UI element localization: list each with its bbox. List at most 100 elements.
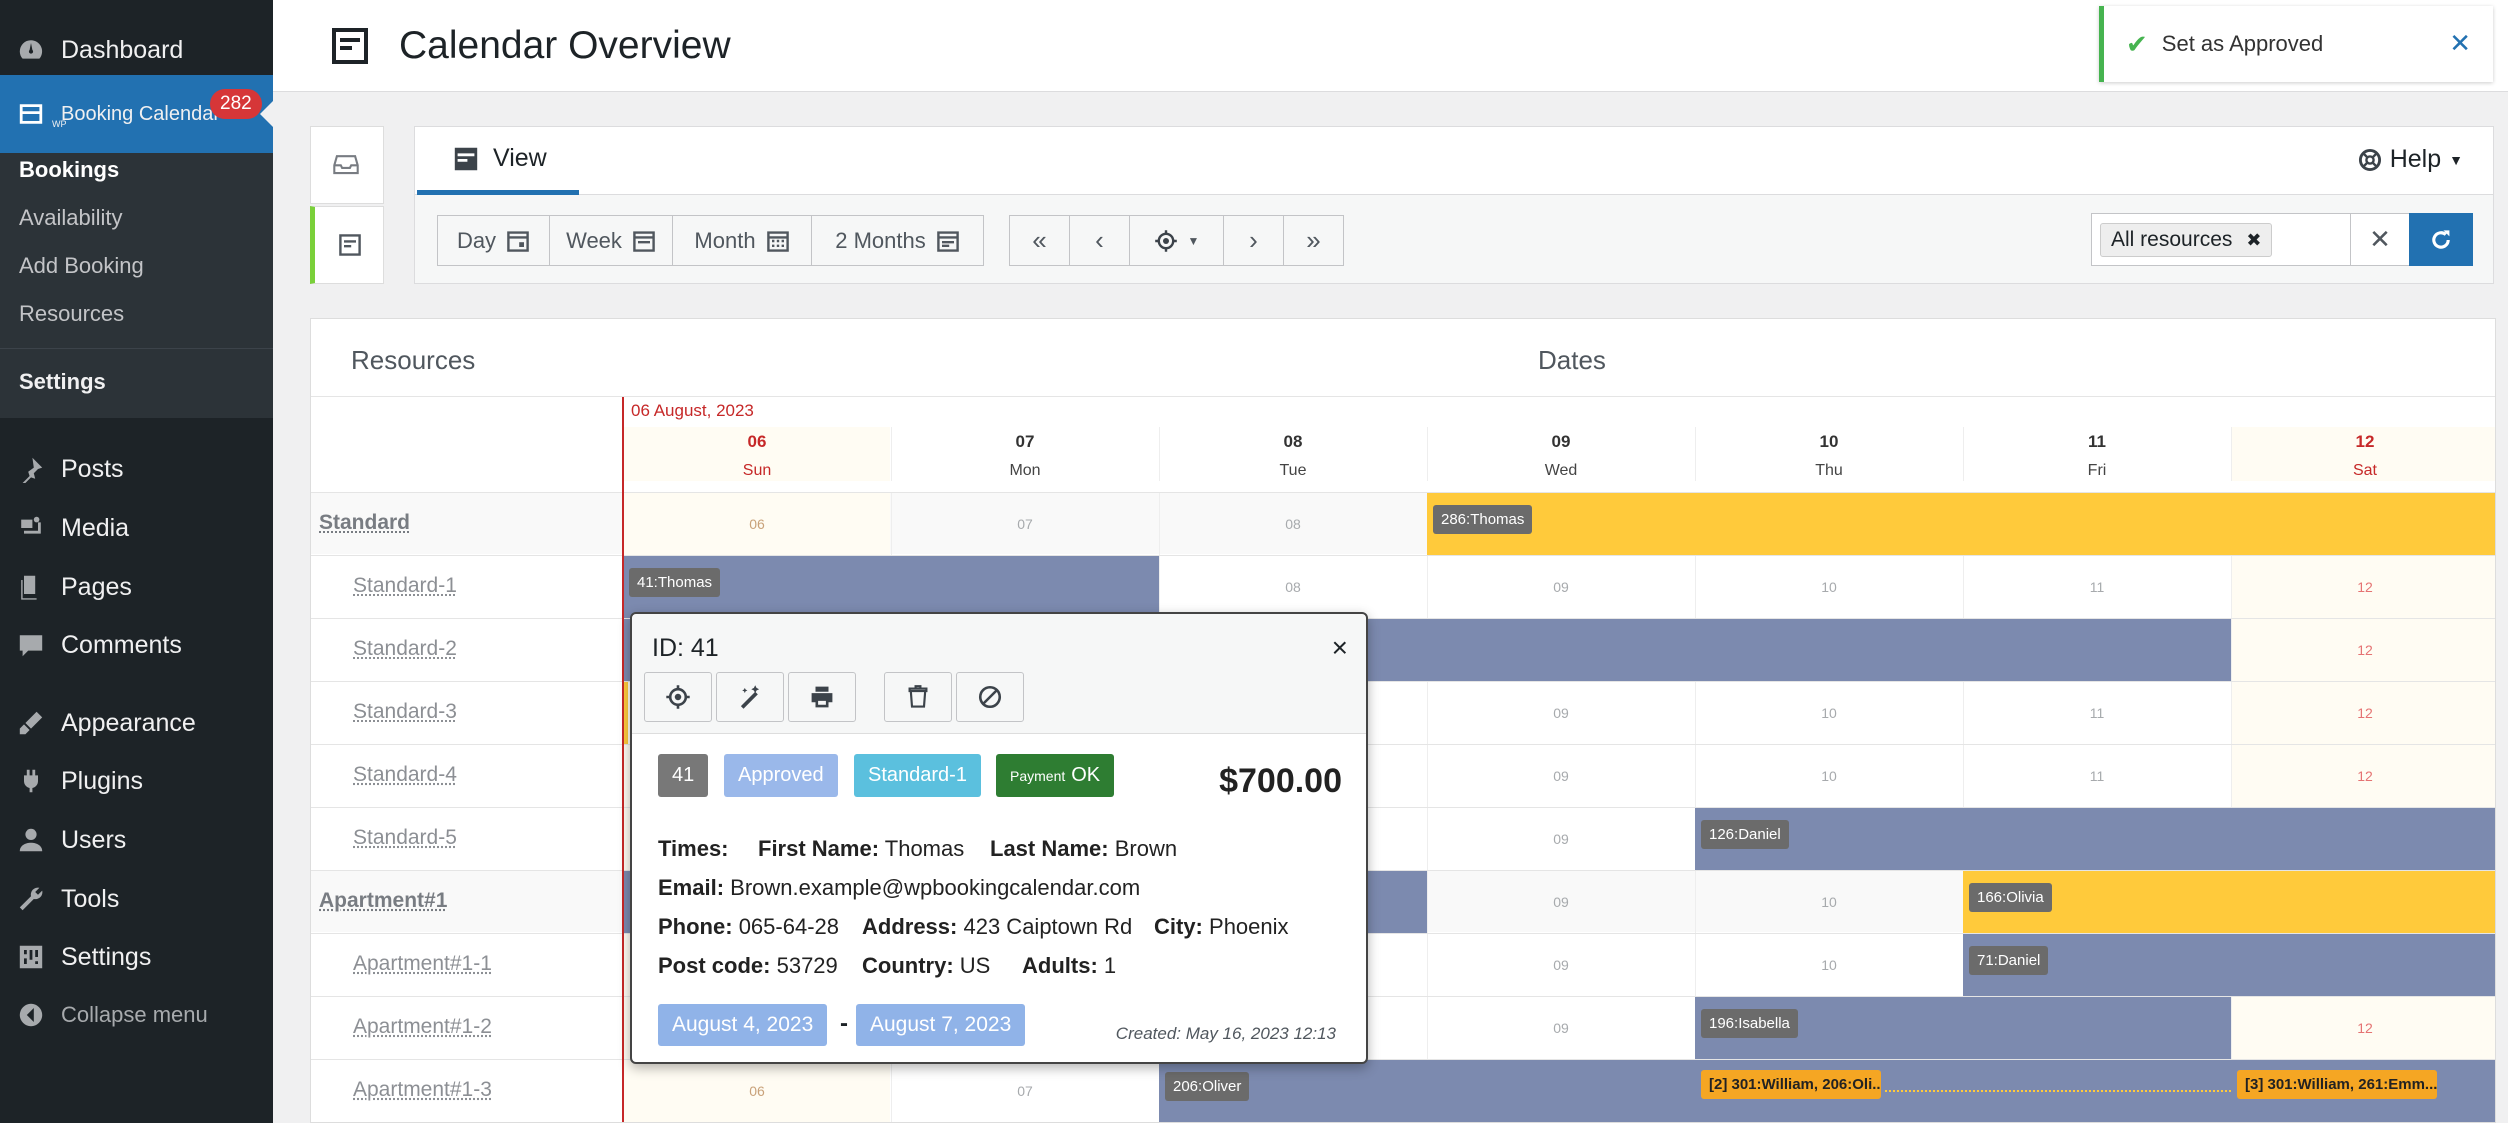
menu-booking-calendar[interactable]: Booking Calendar WP 282: [0, 75, 273, 153]
booking-tag[interactable]: 166:Olivia: [1969, 883, 2052, 912]
booking-tag[interactable]: 286:Thomas: [1433, 505, 1533, 534]
day-cell[interactable]: 10: [1695, 682, 1962, 744]
day-cell[interactable]: 06: [623, 1060, 890, 1122]
menu-plugins[interactable]: Plugins: [0, 755, 273, 807]
field-label: Phone:: [658, 914, 733, 939]
booking-group-tag[interactable]: [3] 301:William, 261:Emm...: [2237, 1070, 2437, 1099]
resource-name[interactable]: Standard-5: [353, 826, 457, 850]
day-cell[interactable]: 09: [1427, 682, 1694, 744]
resource-name[interactable]: Standard-3: [353, 700, 457, 724]
booking-tag[interactable]: 71:Daniel: [1969, 946, 2049, 975]
vertical-tab-calendar[interactable]: [310, 206, 384, 284]
resource-name[interactable]: Apartment#1-3: [353, 1078, 492, 1102]
day-cell[interactable]: 12: [2231, 682, 2495, 744]
locate-button[interactable]: [644, 672, 712, 722]
day-cell[interactable]: 12: [2231, 997, 2495, 1059]
view-2-months-button[interactable]: 2 Months: [811, 215, 984, 266]
tab-view[interactable]: View: [417, 127, 579, 195]
day-cell[interactable]: 10: [1695, 745, 1962, 807]
delete-button[interactable]: [884, 672, 952, 722]
day-cell[interactable]: 09: [1427, 934, 1694, 996]
booking-bar[interactable]: 126:Daniel: [1695, 808, 2495, 870]
menu-users[interactable]: Users: [0, 814, 273, 866]
booking-bar[interactable]: 41:Thomas: [623, 556, 1159, 618]
resource-name[interactable]: Standard: [319, 511, 410, 535]
print-button[interactable]: [788, 672, 856, 722]
booking-tag[interactable]: 41:Thomas: [629, 568, 721, 597]
booking-tag[interactable]: 206:Oliver: [1165, 1072, 1250, 1101]
resource-name[interactable]: Apartment#1: [319, 889, 447, 913]
clear-filter-button[interactable]: ✕: [2350, 213, 2410, 266]
menu-appearance[interactable]: Appearance: [0, 697, 273, 749]
resource-name[interactable]: Standard-2: [353, 637, 457, 661]
booking-bar[interactable]: 196:Isabella: [1695, 997, 2231, 1059]
view-month-button[interactable]: Month: [672, 215, 812, 266]
reject-button[interactable]: [956, 672, 1024, 722]
menu-comments[interactable]: Comments: [0, 619, 273, 671]
booking-bar[interactable]: 71:Daniel: [1963, 934, 2495, 996]
day-cell[interactable]: 11: [1963, 682, 2230, 744]
booking-bar[interactable]: 286:Thomas: [1427, 493, 2495, 555]
day-cell[interactable]: 11: [1963, 745, 2230, 807]
day-cell[interactable]: 08: [1159, 556, 1426, 618]
resource-name[interactable]: Standard-4: [353, 763, 457, 787]
day-cell[interactable]: 12: [2231, 619, 2495, 681]
prev-far-button[interactable]: «: [1009, 215, 1070, 266]
view-day-button[interactable]: Day: [437, 215, 550, 266]
booking-id: ID: 41: [652, 634, 719, 662]
help-menu[interactable]: Help ▼: [2358, 145, 2463, 174]
booking-submenu: Bookings Availability Add Booking Resour…: [0, 153, 273, 348]
day-cell[interactable]: 09: [1427, 808, 1694, 870]
resource-select[interactable]: All resources ✖: [2091, 213, 2351, 266]
menu-media[interactable]: Media: [0, 502, 273, 554]
menu-label: Plugins: [61, 766, 143, 795]
resource-name[interactable]: Standard-1: [353, 574, 457, 598]
submenu-availability[interactable]: Availability: [19, 205, 123, 231]
day-cell[interactable]: 09: [1427, 871, 1694, 933]
day-cell[interactable]: 10: [1695, 934, 1962, 996]
edit-button[interactable]: [716, 672, 784, 722]
resource-name[interactable]: Apartment#1-1: [353, 952, 492, 976]
day-cell[interactable]: 10: [1695, 556, 1962, 618]
menu-posts[interactable]: Posts: [0, 443, 273, 495]
menu-tools[interactable]: Tools: [0, 873, 273, 925]
day-cell[interactable]: 09: [1427, 745, 1694, 807]
next-button[interactable]: ›: [1223, 215, 1284, 266]
menu-settings[interactable]: Settings: [0, 931, 273, 983]
day-cell[interactable]: 08: [1159, 493, 1426, 555]
menu-collapse[interactable]: Collapse menu: [0, 989, 273, 1041]
next-far-button[interactable]: »: [1283, 215, 1344, 266]
admin-sidebar: Dashboard Booking Calendar WP 282 Bookin…: [0, 0, 273, 1123]
day-cell[interactable]: 07: [891, 1060, 1158, 1122]
today-target-button[interactable]: ▼: [1129, 215, 1224, 266]
menu-label: Users: [61, 825, 127, 854]
day-cell[interactable]: 06: [623, 493, 890, 555]
weekday: Tue: [1279, 462, 1307, 479]
resource-name[interactable]: Apartment#1-2: [353, 1015, 492, 1039]
menu-dashboard[interactable]: Dashboard: [0, 24, 273, 76]
day-cell[interactable]: 09: [1427, 556, 1694, 618]
day-cell[interactable]: 09: [1427, 997, 1694, 1059]
day-cell[interactable]: 12: [2231, 556, 2495, 618]
close-icon[interactable]: ×: [1332, 632, 1348, 664]
close-icon[interactable]: ✕: [2449, 28, 2471, 59]
booking-bar[interactable]: 166:Olivia: [1963, 871, 2495, 933]
submenu-resources[interactable]: Resources: [19, 301, 124, 327]
button-label: Week: [566, 227, 622, 253]
prev-button[interactable]: ‹: [1069, 215, 1130, 266]
booking-tag[interactable]: 126:Daniel: [1701, 820, 1789, 849]
day-cell[interactable]: 12: [2231, 745, 2495, 807]
submenu-bookings[interactable]: Bookings: [19, 157, 119, 183]
view-week-button[interactable]: Week: [549, 215, 673, 266]
day-cell[interactable]: 11: [1963, 556, 2230, 618]
day-cell[interactable]: 10: [1695, 871, 1962, 933]
vertical-tab-actions[interactable]: [310, 126, 384, 204]
submenu-settings[interactable]: Settings: [19, 369, 106, 395]
booking-group-tag[interactable]: [2] 301:William, 206:Oli...: [1701, 1070, 1881, 1099]
submenu-add-booking[interactable]: Add Booking: [19, 253, 144, 279]
refresh-button[interactable]: [2409, 213, 2473, 266]
day-cell[interactable]: 07: [891, 493, 1158, 555]
menu-pages[interactable]: Pages: [0, 561, 273, 613]
booking-tag[interactable]: 196:Isabella: [1701, 1009, 1798, 1038]
remove-chip-icon[interactable]: ✖: [2246, 230, 2261, 251]
